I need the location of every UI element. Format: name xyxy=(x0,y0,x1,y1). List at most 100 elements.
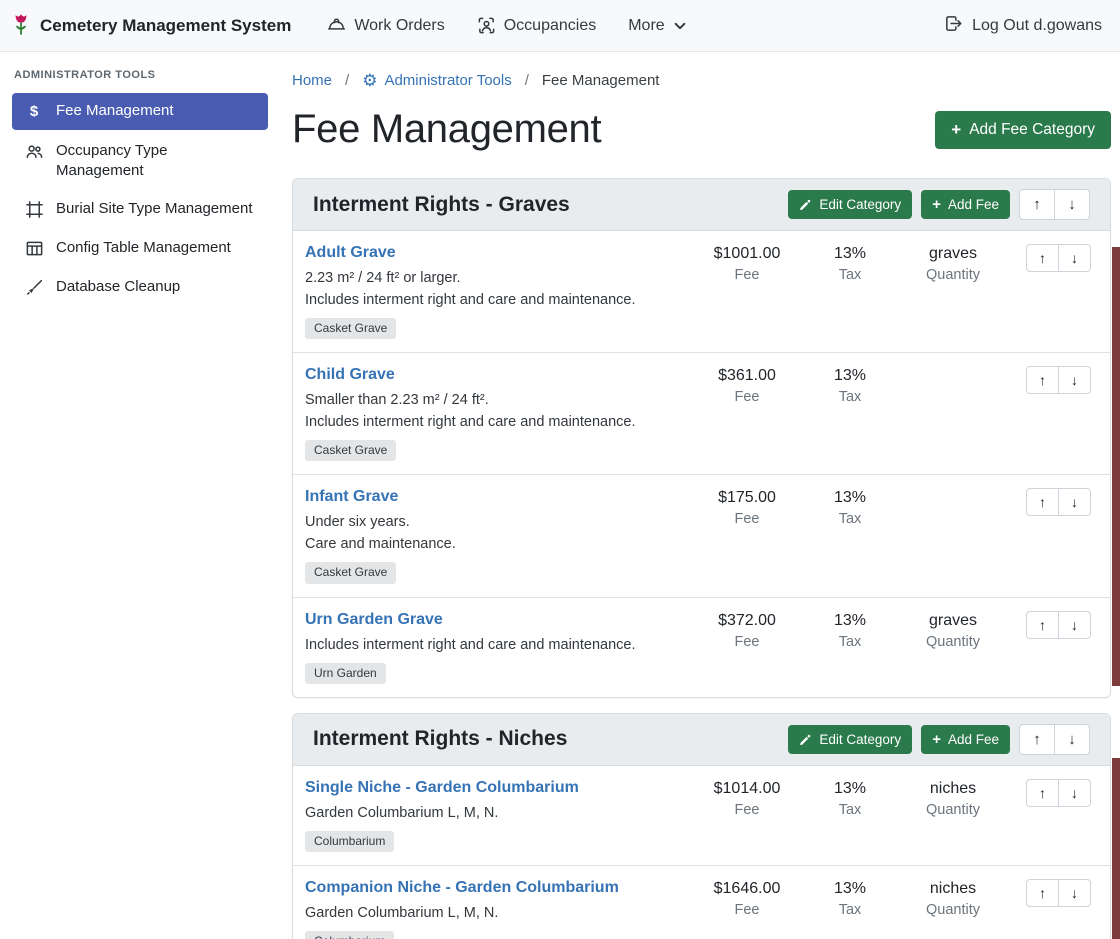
table-icon xyxy=(24,239,44,258)
move-fee-down-button[interactable]: ↓ xyxy=(1058,611,1091,639)
edit-category-button[interactable]: Edit Category xyxy=(788,190,912,219)
add-fee-button[interactable]: + Add Fee xyxy=(921,190,1010,219)
logout-link[interactable]: Log Out d.gowans xyxy=(944,14,1102,38)
scrollbar-thumb[interactable] xyxy=(1112,247,1120,686)
sidebar-item-burial-site-type-management[interactable]: Burial Site Type Management xyxy=(12,191,268,227)
pencil-icon xyxy=(799,733,812,746)
move-category-up-button[interactable]: ↑ xyxy=(1019,189,1055,220)
move-fee-down-button[interactable]: ↓ xyxy=(1058,366,1091,394)
fee-quantity-label: Quantity xyxy=(894,902,1012,918)
fee-name-link[interactable]: Companion Niche - Garden Columbarium xyxy=(305,879,619,897)
move-fee-up-button[interactable]: ↑ xyxy=(1026,879,1059,907)
scrollbar-thumb[interactable] xyxy=(1112,758,1120,939)
fee-description-line: Under six years. xyxy=(305,511,676,533)
fee-name-link[interactable]: Infant Grave xyxy=(305,488,398,506)
category-title: Interment Rights - Niches xyxy=(313,727,779,751)
category-title: Interment Rights - Graves xyxy=(313,193,779,217)
fee-amount-col: $372.00 Fee xyxy=(688,611,806,650)
fee-row: Infant Grave Under six years.Care and ma… xyxy=(293,474,1110,596)
fee-row: Single Niche - Garden Columbarium Garden… xyxy=(293,766,1110,865)
breadcrumb-home-link[interactable]: Home xyxy=(292,72,332,89)
nav-more[interactable]: More xyxy=(628,17,686,35)
fee-tax: 13% xyxy=(806,489,894,507)
sidebar-item-occupancy-type-management[interactable]: Occupancy Type Management xyxy=(12,133,268,189)
fee-info: Companion Niche - Garden Columbarium Gar… xyxy=(305,879,688,939)
fee-name-link[interactable]: Single Niche - Garden Columbarium xyxy=(305,779,579,797)
move-fee-up-button[interactable]: ↑ xyxy=(1026,244,1059,272)
category-list: Interment Rights - Graves Edit Category … xyxy=(292,178,1111,939)
fee-tax-col: 13% Tax xyxy=(806,879,894,918)
fee-amount-label: Fee xyxy=(688,511,806,527)
fee-category-card: Interment Rights - Graves Edit Category … xyxy=(292,178,1111,698)
fee-tax-label: Tax xyxy=(806,267,894,283)
fee-tax-label: Tax xyxy=(806,902,894,918)
fee-tax-label: Tax xyxy=(806,389,894,405)
fee-name-link[interactable]: Urn Garden Grave xyxy=(305,611,443,629)
fee-amount: $175.00 xyxy=(688,489,806,507)
breadcrumb-current: Fee Management xyxy=(542,72,660,89)
fee-category-card: Interment Rights - Niches Edit Category … xyxy=(292,713,1111,939)
fee-reorder-controls: ↑ ↓ xyxy=(1026,366,1098,394)
fee-tax: 13% xyxy=(806,612,894,630)
fee-type-badge: Casket Grave xyxy=(305,318,396,339)
primary-nav: Work Orders Occupancies More xyxy=(327,16,686,35)
fee-amount-col: $361.00 Fee xyxy=(688,366,806,405)
breadcrumb-admin-tools-link[interactable]: ⚙ Administrator Tools xyxy=(362,72,512,89)
fee-tax-col: 13% Tax xyxy=(806,244,894,283)
occupancy-frame-icon xyxy=(477,16,496,35)
move-fee-up-button[interactable]: ↑ xyxy=(1026,488,1059,516)
fee-amount-label: Fee xyxy=(688,902,806,918)
move-fee-down-button[interactable]: ↓ xyxy=(1058,879,1091,907)
breadcrumb-separator: / xyxy=(525,72,529,89)
fee-tax: 13% xyxy=(806,880,894,898)
nav-more-label: More xyxy=(628,17,664,35)
app-title: Cemetery Management System xyxy=(40,16,291,36)
fee-description-line: Garden Columbarium L, M, N. xyxy=(305,902,676,924)
breadcrumb-separator: / xyxy=(345,72,349,89)
move-fee-up-button[interactable]: ↑ xyxy=(1026,366,1059,394)
move-fee-up-button[interactable]: ↑ xyxy=(1026,779,1059,807)
fee-rows: Single Niche - Garden Columbarium Garden… xyxy=(293,766,1110,939)
add-fee-category-button[interactable]: + Add Fee Category xyxy=(935,111,1111,149)
nav-occupancies[interactable]: Occupancies xyxy=(477,16,597,35)
move-fee-down-button[interactable]: ↓ xyxy=(1058,779,1091,807)
fee-type-badge: Columbarium xyxy=(305,831,394,852)
edit-category-button[interactable]: Edit Category xyxy=(788,725,912,754)
fee-description-line: 2.23 m² / 24 ft² or larger. xyxy=(305,267,676,289)
sidebar-item-database-cleanup[interactable]: Database Cleanup xyxy=(12,269,268,305)
nav-work-orders[interactable]: Work Orders xyxy=(327,16,444,35)
fee-amount: $1001.00 xyxy=(688,245,806,263)
fee-amount-col: $1001.00 Fee xyxy=(688,244,806,283)
move-fee-up-button[interactable]: ↑ xyxy=(1026,611,1059,639)
fee-amount-label: Fee xyxy=(688,802,806,818)
move-category-down-button[interactable]: ↓ xyxy=(1054,724,1090,755)
fee-tax: 13% xyxy=(806,367,894,385)
fee-name-link[interactable]: Child Grave xyxy=(305,366,395,384)
move-fee-down-button[interactable]: ↓ xyxy=(1058,488,1091,516)
fee-tax: 13% xyxy=(806,780,894,798)
move-fee-down-button[interactable]: ↓ xyxy=(1058,244,1091,272)
sidebar-item-config-table-management[interactable]: Config Table Management xyxy=(12,230,268,266)
fee-description: 2.23 m² / 24 ft² or larger.Includes inte… xyxy=(305,267,676,311)
quantity-col: graves Quantity xyxy=(894,611,1012,650)
sidebar-section-title: ADMINISTRATOR TOOLS xyxy=(0,52,280,90)
quantity-col: niches Quantity xyxy=(894,879,1012,918)
sidebar-item-label: Occupancy Type Management xyxy=(56,141,256,181)
fee-name-link[interactable]: Adult Grave xyxy=(305,244,396,262)
sidebar-item-fee-management[interactable]: $ Fee Management xyxy=(12,93,268,130)
fee-info: Adult Grave 2.23 m² / 24 ft² or larger.I… xyxy=(305,244,688,339)
broom-icon xyxy=(24,278,44,297)
fee-amount-col: $175.00 Fee xyxy=(688,488,806,527)
app-brand[interactable]: Cemetery Management System xyxy=(10,13,291,39)
move-category-up-button[interactable]: ↑ xyxy=(1019,724,1055,755)
fee-info: Child Grave Smaller than 2.23 m² / 24 ft… xyxy=(305,366,688,461)
nav-work-orders-label: Work Orders xyxy=(354,17,444,35)
fee-description: Includes interment right and care and ma… xyxy=(305,634,676,656)
category-reorder-controls: ↑ ↓ xyxy=(1019,189,1090,220)
fee-tax: 13% xyxy=(806,245,894,263)
fee-amount-label: Fee xyxy=(688,389,806,405)
fee-tax-label: Tax xyxy=(806,634,894,650)
add-fee-button[interactable]: + Add Fee xyxy=(921,725,1010,754)
fee-info: Single Niche - Garden Columbarium Garden… xyxy=(305,779,688,852)
move-category-down-button[interactable]: ↓ xyxy=(1054,189,1090,220)
